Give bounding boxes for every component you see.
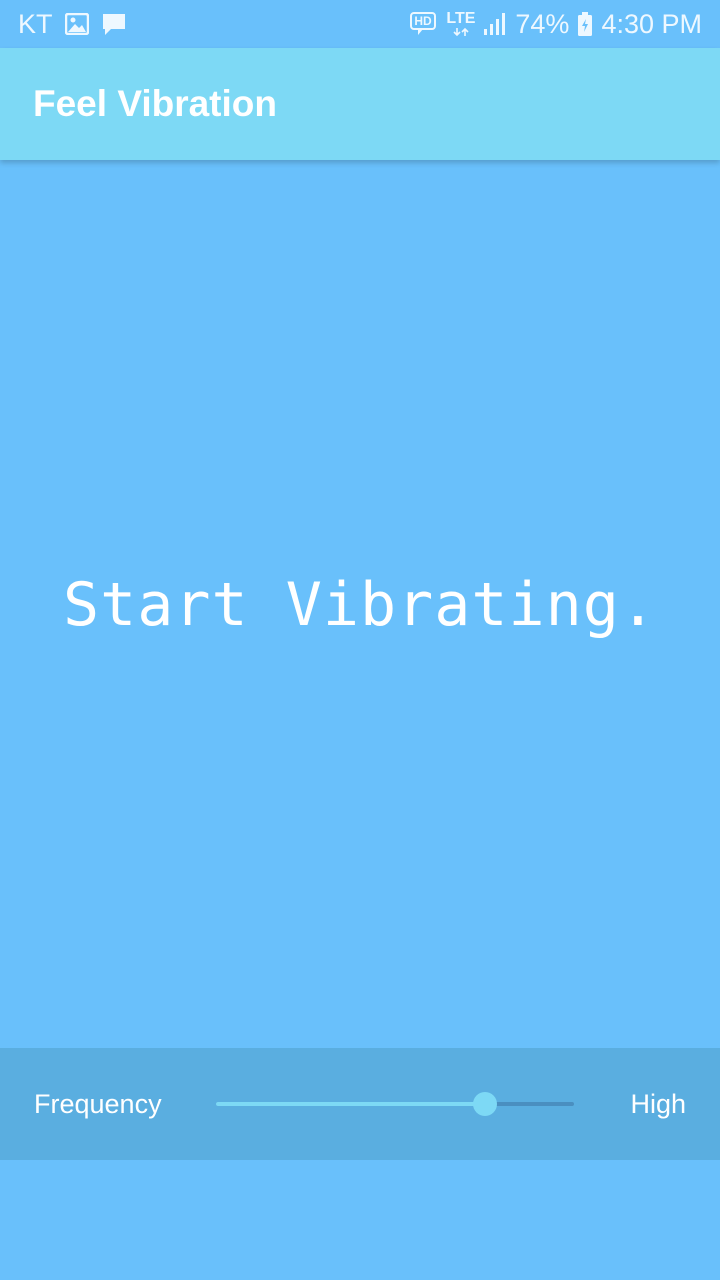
start-vibrating-button[interactable]: Start Vibrating. (0, 570, 720, 640)
message-icon (101, 12, 127, 36)
frequency-level-label: High (630, 1089, 686, 1119)
signal-icon (483, 12, 507, 36)
status-bar: KT HD LTE 74% 4:30 PM (0, 0, 720, 48)
hd-label: HD (414, 14, 432, 28)
carrier-label: KT (18, 8, 53, 39)
lte-label: LTE (446, 10, 476, 27)
frequency-label: Frequency (34, 1089, 162, 1119)
app-bar: Feel Vibration (0, 48, 720, 160)
status-right: HD LTE 74% 4:30 PM (410, 0, 702, 48)
battery-percent: 74% (515, 8, 570, 39)
hd-voice-icon: HD (410, 11, 438, 37)
image-icon (64, 13, 89, 35)
clock: 4:30 PM (601, 8, 702, 39)
frequency-slider[interactable] (216, 1084, 574, 1124)
frequency-panel: Frequency High (0, 1048, 720, 1160)
status-left: KT (18, 0, 127, 48)
battery-charging-icon (577, 11, 593, 37)
slider-thumb[interactable] (472, 1092, 497, 1116)
slider-fill (216, 1102, 485, 1106)
app-title: Feel Vibration (33, 83, 277, 124)
lte-icon: LTE (446, 11, 475, 37)
